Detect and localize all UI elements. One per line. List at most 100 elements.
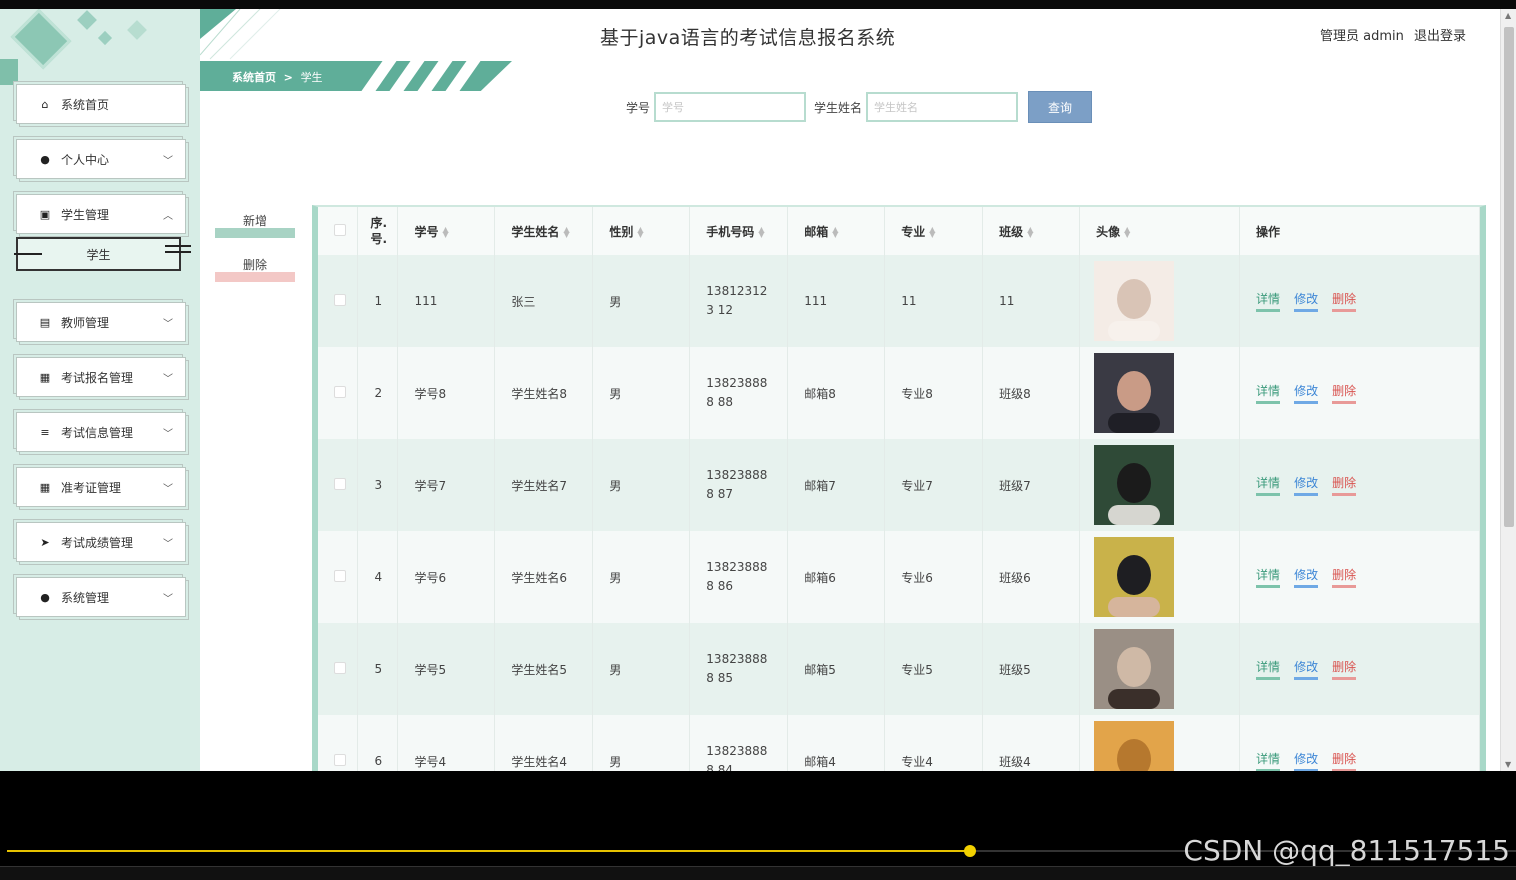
vertical-scrollbar[interactable]: ▲ ▼ xyxy=(1500,9,1516,771)
avatar-image[interactable] xyxy=(1094,721,1175,771)
avatar-image[interactable] xyxy=(1094,537,1175,617)
grid-icon: ▦ xyxy=(39,480,51,494)
avatar-image[interactable] xyxy=(1094,445,1175,525)
sort-icon[interactable]: ▲ ▼ xyxy=(563,226,569,239)
edit-link[interactable]: 修改 xyxy=(1294,658,1319,680)
breadcrumb-home[interactable]: 系统首页 xyxy=(232,71,276,84)
sidebar-item-8[interactable]: ➤ 考试成绩管理 ﹀ xyxy=(16,522,186,562)
sidebar-item-2[interactable]: ● 个人中心 ﹀ xyxy=(16,139,186,179)
sidebar-item-1[interactable]: ⌂ 系统首页 xyxy=(16,84,186,124)
cell-student-id: 111 xyxy=(397,255,496,347)
student-id-input[interactable] xyxy=(654,92,807,122)
header-student-id[interactable]: 学号 ▲ ▼ xyxy=(397,207,496,255)
header-name[interactable]: 学生姓名 ▲ ▼ xyxy=(494,207,594,255)
chevron-icon: ﹀ xyxy=(163,156,173,167)
query-button[interactable]: 查询 xyxy=(1028,91,1093,123)
sort-icon[interactable]: ▲ ▼ xyxy=(929,226,935,239)
cell-ops: 详情 修改 删除 xyxy=(1239,439,1480,531)
header-class[interactable]: 班级 ▲ ▼ xyxy=(982,207,1081,255)
header-email[interactable]: 邮箱 ▲ ▼ xyxy=(787,207,886,255)
grid-icon: ▦ xyxy=(39,370,51,384)
cell-major: 专业4 xyxy=(884,715,984,771)
arrow-annotation xyxy=(14,253,42,255)
cell-name: 学生姓名8 xyxy=(494,347,594,439)
edit-link[interactable]: 修改 xyxy=(1294,382,1319,404)
student-name-input[interactable] xyxy=(866,92,1019,122)
chevron-icon: ﹀ xyxy=(163,484,173,495)
student-name-label: 学生姓名 xyxy=(814,100,863,115)
detail-link[interactable]: 详情 xyxy=(1256,290,1281,312)
sidebar-item-3[interactable]: ▣ 学生管理 ︿ xyxy=(16,194,186,234)
sidebar-item-5[interactable]: ▦ 考试报名管理 ﹀ xyxy=(16,357,186,397)
detail-link[interactable]: 详情 xyxy=(1256,474,1281,496)
breadcrumb-text: 系统首页 > 学生 xyxy=(232,69,323,85)
row-checkbox[interactable] xyxy=(334,477,346,490)
sort-icon[interactable]: ▲ ▼ xyxy=(1124,226,1130,239)
delete-link[interactable]: 删除 xyxy=(1332,474,1357,496)
avatar-image[interactable] xyxy=(1094,353,1175,433)
sidebar-item-7[interactable]: ▦ 准考证管理 ﹀ xyxy=(16,467,186,507)
sidebar-item-label: 准考证管理 xyxy=(61,480,122,495)
sort-icon[interactable]: ▲ ▼ xyxy=(758,226,764,239)
row-checkbox[interactable] xyxy=(334,569,346,582)
table-row: 3 学号7 学生姓名7 男 138238888 87 邮箱7 专业7 班级7 详情 修改 删除 xyxy=(318,439,1480,531)
header-major[interactable]: 专业 ▲ ▼ xyxy=(884,207,984,255)
sidebar-item-6[interactable]: ≡ 考试信息管理 ﹀ xyxy=(16,412,186,452)
row-checkbox[interactable] xyxy=(334,385,346,398)
sidebar: 学生 ⌂ 系统首页 ● 个人中心 ﹀ ▣ 学生管理 ︿ ▤ 教师管理 ﹀ ▦ 考试报名管理 ﹀ ≡ 考试信息管… xyxy=(0,9,200,771)
delete-link[interactable]: 删除 xyxy=(1332,566,1357,588)
scrollbar-thumb[interactable] xyxy=(1504,27,1514,527)
edit-link[interactable]: 修改 xyxy=(1294,566,1319,588)
sidebar-subitem-student[interactable]: 学生 xyxy=(14,237,191,271)
edit-link[interactable]: 修改 xyxy=(1294,474,1319,496)
row-checkbox[interactable] xyxy=(334,753,346,766)
avatar-image[interactable] xyxy=(1094,629,1175,709)
delete-button-underline xyxy=(215,272,295,282)
detail-link[interactable]: 详情 xyxy=(1256,658,1281,680)
delete-link[interactable]: 删除 xyxy=(1332,658,1357,680)
detail-link[interactable]: 详情 xyxy=(1256,566,1281,588)
row-checkbox-cell xyxy=(318,531,359,623)
scroll-down-icon[interactable]: ▼ xyxy=(1505,760,1511,769)
edit-link[interactable]: 修改 xyxy=(1294,290,1319,312)
cell-ops: 详情 修改 删除 xyxy=(1239,347,1480,439)
header-phone[interactable]: 手机号码 ▲ ▼ xyxy=(689,207,789,255)
sidebar-item-label: 个人中心 xyxy=(61,152,110,167)
add-button[interactable]: 新增 xyxy=(215,212,295,238)
cell-avatar xyxy=(1079,623,1241,715)
cell-phone: 138238888 85 xyxy=(689,623,789,715)
sidebar-item-4[interactable]: ▤ 教师管理 ﹀ xyxy=(16,302,186,342)
row-checkbox[interactable] xyxy=(334,293,346,306)
cell-avatar xyxy=(1079,715,1241,771)
cell-class: 11 xyxy=(982,255,1081,347)
cell-phone: 138238888 87 xyxy=(689,439,789,531)
detail-link[interactable]: 详情 xyxy=(1256,382,1281,404)
delete-link[interactable]: 删除 xyxy=(1332,750,1357,771)
detail-link[interactable]: 详情 xyxy=(1256,750,1281,771)
delete-link[interactable]: 删除 xyxy=(1332,382,1357,404)
sort-icon[interactable]: ▲ ▼ xyxy=(832,226,838,239)
sort-icon[interactable]: ▲ ▼ xyxy=(1027,226,1033,239)
header-gender[interactable]: 性别 ▲ ▼ xyxy=(592,207,691,255)
sort-icon[interactable]: ▲ ▼ xyxy=(442,226,448,239)
row-checkbox[interactable] xyxy=(334,661,346,674)
sidebar-decoration xyxy=(127,20,147,40)
edit-link[interactable]: 修改 xyxy=(1294,750,1319,771)
avatar-image[interactable] xyxy=(1094,261,1175,341)
scroll-up-icon[interactable]: ▲ xyxy=(1505,11,1511,20)
sidebar-item-9[interactable]: ● 系统管理 ﹀ xyxy=(16,577,186,617)
cell-phone: 138123123 12 xyxy=(689,255,789,347)
browser-viewport: 学生 ⌂ 系统首页 ● 个人中心 ﹀ ▣ 学生管理 ︿ ▤ 教师管理 ﹀ ▦ 考试报名管理 ﹀ ≡ 考试信息管… xyxy=(0,9,1516,771)
sidebar-decoration xyxy=(97,30,113,46)
sidebar-decoration xyxy=(0,59,18,85)
delete-link[interactable]: 删除 xyxy=(1332,290,1357,312)
sidebar-item-label: 教师管理 xyxy=(61,315,110,330)
sidebar-item-label: 考试成绩管理 xyxy=(61,535,134,550)
batch-delete-button[interactable]: 删除 xyxy=(215,256,295,282)
cell-student-id: 学号5 xyxy=(397,623,496,715)
header-avatar[interactable]: 头像 ▲ ▼ xyxy=(1079,207,1241,255)
sort-icon[interactable]: ▲ ▼ xyxy=(637,226,643,239)
logout-link[interactable]: 退出登录 xyxy=(1414,29,1466,44)
select-all-checkbox[interactable] xyxy=(334,223,346,236)
cell-email: 邮箱5 xyxy=(787,623,886,715)
